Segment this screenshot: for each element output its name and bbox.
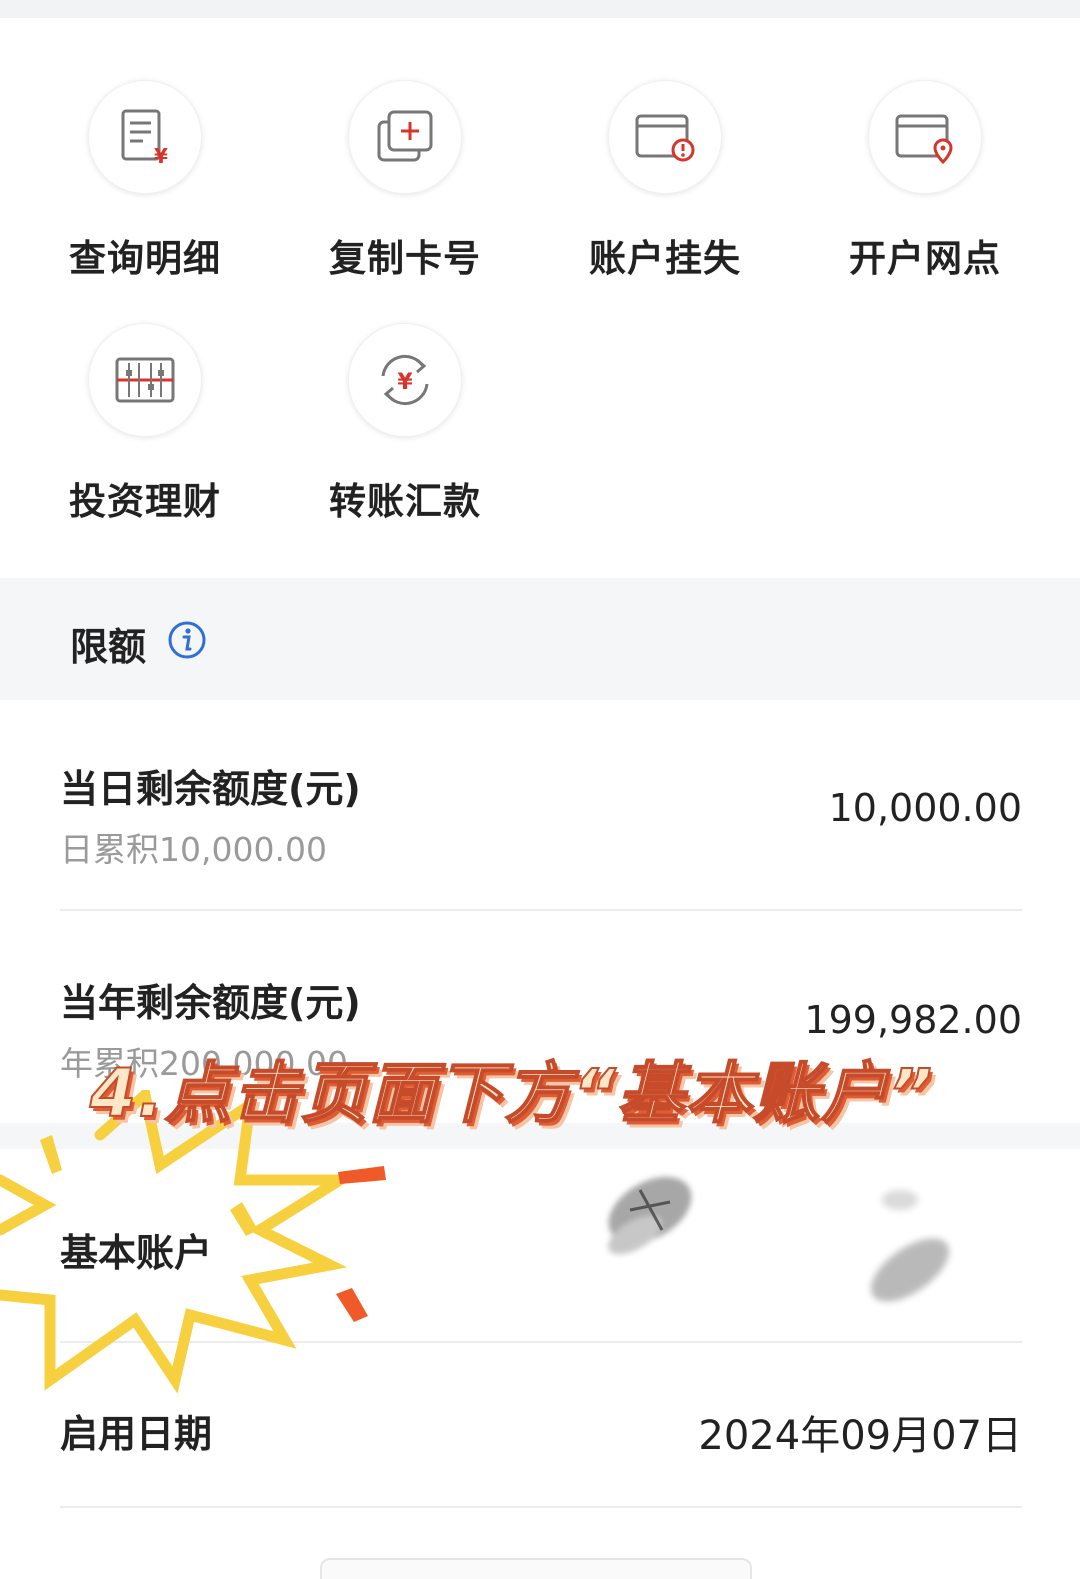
action-label: 投资理财 [69,480,221,523]
branch-location-icon [868,80,982,194]
action-transfer[interactable]: ¥ 转账汇款 [305,323,505,525]
divider [60,909,1022,911]
start-date-value: 2024年09月07日 [698,1413,1022,1459]
action-query-details[interactable]: ¥ 查询明细 [45,80,245,282]
action-label: 转账汇款 [329,480,481,523]
daily-limit-row: 当日剩余额度(元) 日累积10,000.00 10,000.00 [60,758,1022,871]
top-bar [0,0,1080,18]
action-branch[interactable]: 开户网点 [825,80,1025,282]
investment-icon [88,323,202,437]
daily-limit-value: 10,000.00 [828,786,1022,830]
action-copy-card-number[interactable]: 复制卡号 [305,80,505,282]
highlight-burst [0,1090,386,1394]
statement-icon: ¥ [88,80,202,194]
action-label: 账户挂失 [589,237,741,280]
limit-section-header: 限额 [0,578,1080,700]
bottom-handle [320,1558,752,1579]
limit-title: 限额 [70,625,147,669]
instruction-caption: 4.点击页面下方“基本账户” [89,1054,935,1133]
report-loss-icon [608,80,722,194]
svg-text:¥: ¥ [397,370,413,395]
action-label: 复制卡号 [329,237,481,280]
action-report-loss[interactable]: 账户挂失 [565,80,765,282]
quick-actions-grid: ¥ 查询明细 复制卡号 账户挂失 开户网点 投资理财 ¥ 转账汇款 [0,18,1080,578]
yearly-limit-value: 199,982.00 [804,998,1022,1042]
copy-card-icon [348,80,462,194]
redacted-area [871,1190,949,1302]
daily-accumulated: 日累积10,000.00 [60,830,327,869]
svg-text:¥: ¥ [154,144,168,167]
start-date-row: 启用日期 2024年09月07日 [60,1403,1022,1459]
info-icon[interactable] [167,620,207,664]
transfer-icon: ¥ [348,323,462,437]
action-label: 查询明细 [69,237,221,280]
redacted-area [608,1176,692,1255]
divider [60,1506,1022,1508]
action-label: 开户网点 [849,237,1001,280]
action-investment[interactable]: 投资理财 [45,323,245,525]
